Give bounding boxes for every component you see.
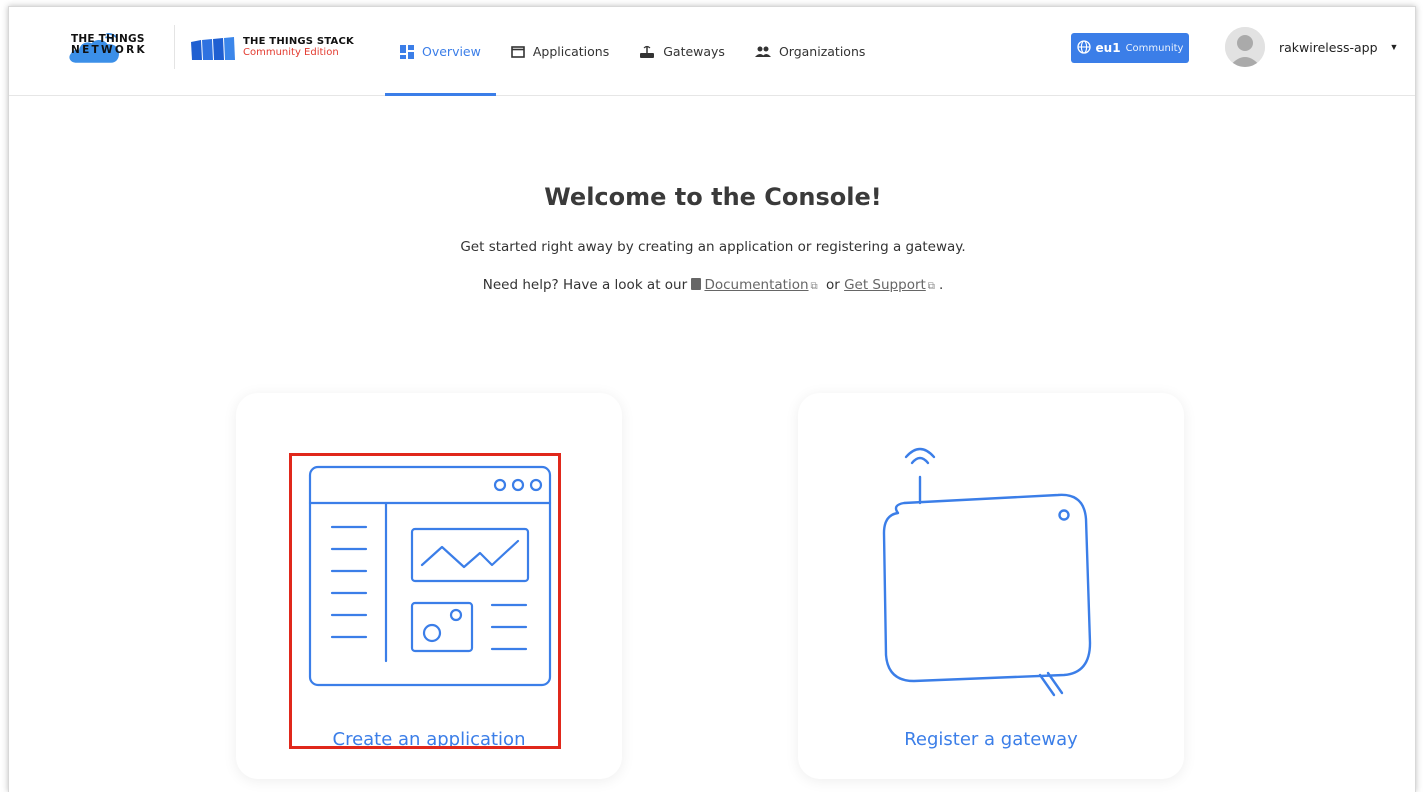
ttn-wordmark-line2: NETWORK [71, 44, 147, 56]
help-suffix: . [938, 277, 944, 293]
nav-organizations[interactable]: Organizations [740, 7, 880, 96]
top-header: THE THINGS NETWORK THE THINGS STACK Comm… [9, 7, 1415, 96]
overview-icon [400, 44, 414, 59]
tts-stack-logo-icon[interactable] [189, 36, 237, 62]
documentation-link[interactable]: Documentation [704, 277, 808, 293]
tts-wordmark-line2: Community Edition [243, 47, 339, 58]
gateway-icon [639, 45, 655, 59]
help-text: Need help? Have a look at our Documentat… [9, 277, 1415, 293]
register-gateway-label[interactable]: Register a gateway [798, 729, 1184, 750]
cluster-label: Community [1125, 42, 1184, 54]
main-nav: Overview Applications Gateways Organizat… [385, 7, 880, 96]
welcome-lead-text: Get started right away by creating an ap… [460, 239, 966, 255]
nav-applications-label: Applications [532, 44, 610, 59]
cluster-region: eu1 [1095, 41, 1121, 55]
user-name[interactable]: rakwireless-app [1279, 40, 1378, 55]
nav-overview-label: Overview [422, 44, 481, 59]
get-support-link[interactable]: Get Support [844, 277, 926, 293]
header-divider [174, 25, 175, 69]
nav-applications[interactable]: Applications [496, 7, 624, 96]
nav-organizations-label: Organizations [778, 44, 866, 59]
register-gateway-card[interactable]: Register a gateway [798, 393, 1184, 779]
application-icon [511, 45, 525, 58]
help-prefix: Need help? Have a look at our [482, 277, 688, 293]
tts-wordmark-line1: THE THINGS STACK [243, 36, 354, 47]
nav-overview[interactable]: Overview [385, 7, 496, 96]
chevron-down-icon[interactable]: ▼ [1390, 42, 1399, 52]
ttn-wordmark[interactable]: THE THINGS NETWORK [71, 34, 147, 56]
user-avatar-icon [1225, 27, 1265, 67]
nav-gateways-label: Gateways [663, 44, 725, 59]
external-link-icon: ⧉ [810, 281, 818, 292]
gateway-illustration-icon [882, 447, 1092, 697]
cluster-selector-button[interactable]: eu1 Community [1071, 33, 1189, 63]
help-or: or [825, 277, 840, 293]
external-link-icon: ⧉ [927, 281, 935, 292]
highlight-box [289, 453, 561, 749]
tts-wordmark[interactable]: THE THINGS STACK Community Edition [243, 36, 354, 58]
book-icon [691, 278, 702, 290]
nav-gateways[interactable]: Gateways [624, 7, 740, 96]
avatar[interactable] [1225, 27, 1265, 67]
user-menu[interactable]: rakwireless-app ▼ [1225, 25, 1398, 69]
page-title: Welcome to the Console! [544, 183, 882, 211]
organization-icon [754, 46, 771, 58]
console-window: THE THINGS NETWORK THE THINGS STACK Comm… [8, 6, 1416, 792]
globe-icon [1076, 39, 1091, 57]
